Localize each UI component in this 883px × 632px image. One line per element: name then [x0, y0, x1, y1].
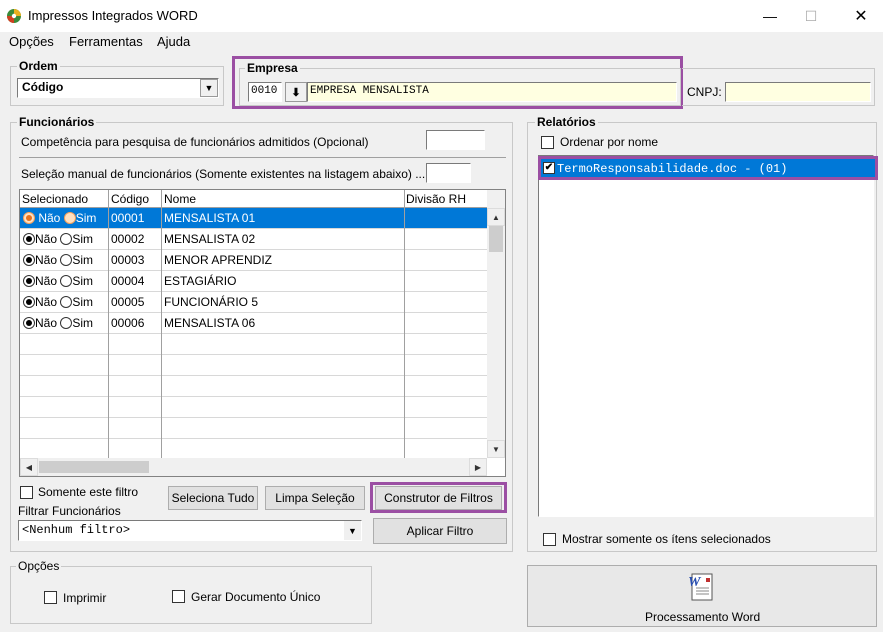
- minimize-button[interactable]: —: [747, 0, 793, 32]
- check-icon[interactable]: ✔: [543, 162, 555, 174]
- processamento-word-label: Processamento Word: [645, 610, 761, 624]
- separator: [19, 157, 506, 158]
- radio-sim[interactable]: [63, 212, 76, 224]
- table-cell-nome: MENOR APRENDIZ: [164, 253, 273, 267]
- column-header-nome[interactable]: Nome: [164, 190, 196, 210]
- table-row-selector[interactable]: Não Sim: [23, 229, 93, 250]
- table-cell-codigo: 00004: [111, 274, 145, 288]
- radio-sim[interactable]: [60, 296, 73, 308]
- table-row-selector[interactable]: Não Sim: [23, 271, 93, 292]
- mostrar-checkbox[interactable]: [543, 533, 556, 546]
- close-button[interactable]: ✕: [838, 0, 883, 32]
- ordem-legend: Ordem: [17, 59, 60, 73]
- table-cell-nome: ESTAGIÁRIO: [164, 274, 237, 288]
- maximize-button[interactable]: ☐: [788, 0, 834, 32]
- ordenar-label: Ordenar por nome: [560, 135, 659, 149]
- filtro-select[interactable]: <Nenhum filtro>: [18, 520, 362, 541]
- seleciona-tudo-button[interactable]: Seleciona Tudo: [168, 486, 258, 510]
- limpa-selecao-button[interactable]: Limpa Seleção: [265, 486, 365, 510]
- table-cell-codigo: 00002: [111, 232, 145, 246]
- table-cell-nome: MENSALISTA 06: [164, 316, 256, 330]
- relatorios-list[interactable]: [538, 155, 874, 517]
- radio-nao[interactable]: [23, 317, 35, 329]
- radio-sim[interactable]: [60, 275, 73, 287]
- scroll-down-icon[interactable]: ▼: [487, 440, 505, 458]
- radio-nao[interactable]: [23, 212, 35, 224]
- table-row-selector[interactable]: Não Sim: [23, 292, 93, 313]
- table-cell-codigo: 00005: [111, 295, 145, 309]
- scroll-thumb[interactable]: [489, 226, 503, 252]
- window-title: Impressos Integrados WORD: [28, 8, 198, 23]
- gerar-documento-checkbox[interactable]: [172, 590, 185, 603]
- table-cell-nome: MENSALISTA 01: [164, 211, 256, 225]
- empresa-name-field[interactable]: EMPRESA MENSALISTA: [307, 82, 677, 102]
- download-arrow-icon[interactable]: ⬇: [285, 82, 307, 102]
- menu-ajuda[interactable]: Ajuda: [157, 34, 190, 49]
- radio-nao[interactable]: [23, 275, 35, 287]
- relatorios-legend: Relatórios: [535, 115, 598, 129]
- scroll-up-icon[interactable]: ▲: [487, 208, 505, 226]
- relatorio-item-label: TermoResponsabilidade.doc - (01): [557, 162, 788, 176]
- empresa-legend: Empresa: [245, 61, 300, 75]
- radio-sim[interactable]: [60, 233, 73, 245]
- empresa-code-field[interactable]: 0010: [248, 82, 282, 102]
- table-cell-codigo: 00001: [111, 211, 145, 225]
- table-row-selector[interactable]: Não Sim: [23, 208, 96, 229]
- table-row-selector[interactable]: Não Sim: [23, 313, 93, 334]
- column-header-selecionado[interactable]: Selecionado: [22, 190, 88, 210]
- radio-nao[interactable]: [23, 233, 35, 245]
- menu-opcoes[interactable]: Opções: [9, 34, 54, 49]
- gerar-documento-label: Gerar Documento Único: [191, 590, 321, 604]
- ordenar-checkbox[interactable]: [541, 136, 554, 149]
- funcionarios-legend: Funcionários: [17, 115, 97, 129]
- imprimir-checkbox[interactable]: [44, 591, 57, 604]
- scroll-right-icon[interactable]: ▶: [469, 458, 487, 476]
- table-row-selector[interactable]: Não Sim: [23, 250, 93, 271]
- cnpj-group: [682, 68, 875, 106]
- table-cell-codigo: 00006: [111, 316, 145, 330]
- construtor-filtros-button[interactable]: Construtor de Filtros: [375, 486, 502, 510]
- ordem-select[interactable]: Código: [17, 78, 219, 98]
- scroll-left-icon[interactable]: ◀: [20, 458, 38, 476]
- imprimir-label: Imprimir: [63, 591, 107, 605]
- column-header-codigo[interactable]: Código: [111, 190, 149, 210]
- mostrar-label: Mostrar somente os ítens selecionados: [562, 532, 771, 546]
- competencia-field[interactable]: [426, 130, 485, 150]
- somente-filtro-checkbox[interactable]: [20, 486, 33, 499]
- funcionarios-grid[interactable]: Selecionado Código Nome Divisão RH Não S…: [19, 189, 506, 477]
- table-cell-nome: MENSALISTA 02: [164, 232, 256, 246]
- aplicar-filtro-button[interactable]: Aplicar Filtro: [373, 518, 507, 544]
- chevron-down-icon[interactable]: ▼: [344, 521, 361, 540]
- radio-sim[interactable]: [60, 254, 73, 266]
- radio-sim[interactable]: [60, 317, 73, 329]
- table-cell-nome: FUNCIONÁRIO 5: [164, 295, 259, 309]
- radio-nao[interactable]: [23, 296, 35, 308]
- ordem-select-value: Código: [22, 80, 64, 94]
- word-document-icon: W: [684, 572, 720, 602]
- menu-ferramentas[interactable]: Ferramentas: [69, 34, 143, 49]
- somente-filtro-label: Somente este filtro: [38, 485, 139, 499]
- column-header-divisao[interactable]: Divisão RH: [406, 190, 466, 210]
- filtrar-label: Filtrar Funcionários: [18, 504, 121, 518]
- radio-nao[interactable]: [23, 254, 35, 266]
- competencia-label: Competência para pesquisa de funcionário…: [21, 135, 369, 149]
- selecao-manual-field[interactable]: [426, 163, 471, 183]
- selecao-manual-label: Seleção manual de funcionários (Somente …: [21, 167, 426, 181]
- table-cell-codigo: 00003: [111, 253, 145, 267]
- svg-text:W: W: [688, 575, 702, 590]
- app-icon: [6, 8, 22, 24]
- chevron-down-icon[interactable]: ▼: [200, 79, 218, 97]
- opcoes-legend: Opções: [16, 559, 62, 573]
- hscroll-thumb[interactable]: [39, 461, 149, 473]
